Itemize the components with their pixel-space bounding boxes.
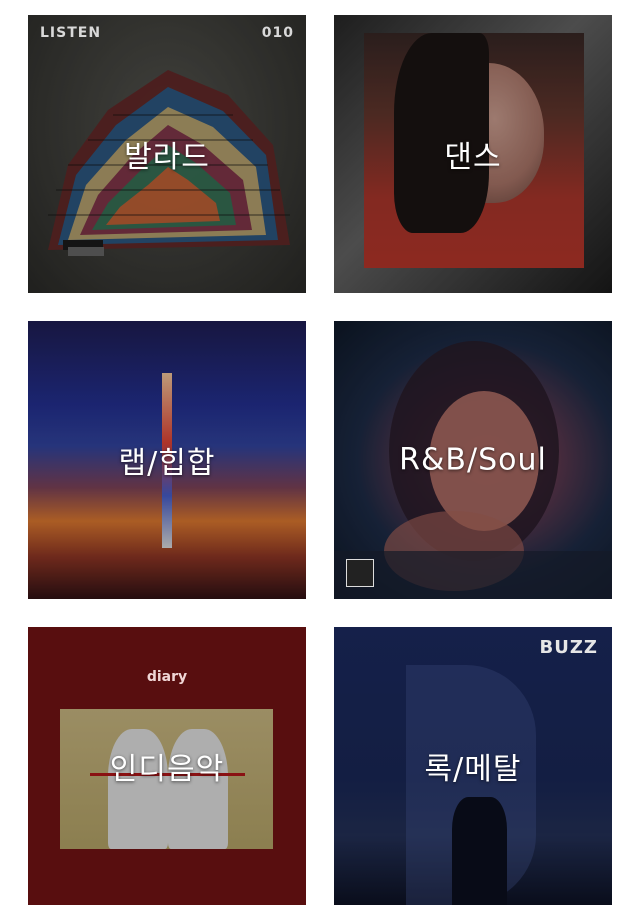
cover-title: diary: [146, 669, 188, 685]
genre-grid: LISTEN 010 발라드 댄스 랩/힙합 R&B/Soul diary 인디…: [0, 0, 640, 918]
genre-tile-rap-hiphop[interactable]: 랩/힙합: [28, 321, 306, 599]
genre-tile-dance[interactable]: 댄스: [334, 15, 612, 293]
genre-label: 댄스: [444, 140, 502, 175]
cover-text-left: LISTEN: [40, 25, 102, 41]
genre-label: 발라드: [124, 140, 210, 175]
genre-tile-ballad[interactable]: LISTEN 010 발라드: [28, 15, 306, 293]
genre-tile-indie[interactable]: diary 인디음악: [28, 627, 306, 905]
cover-text-right: 010: [261, 25, 294, 41]
genre-tile-rock-metal[interactable]: BUZZ 록/메탈: [334, 627, 612, 905]
cover-title: BUZZ: [539, 637, 598, 658]
label-logo-icon: [346, 559, 374, 587]
genre-label: R&B/Soul: [399, 442, 547, 478]
genre-tile-rnb-soul[interactable]: R&B/Soul: [334, 321, 612, 599]
genre-label: 인디음악: [109, 752, 225, 787]
genre-label: 랩/힙합: [118, 446, 216, 481]
genre-label: 록/메탈: [424, 752, 522, 787]
